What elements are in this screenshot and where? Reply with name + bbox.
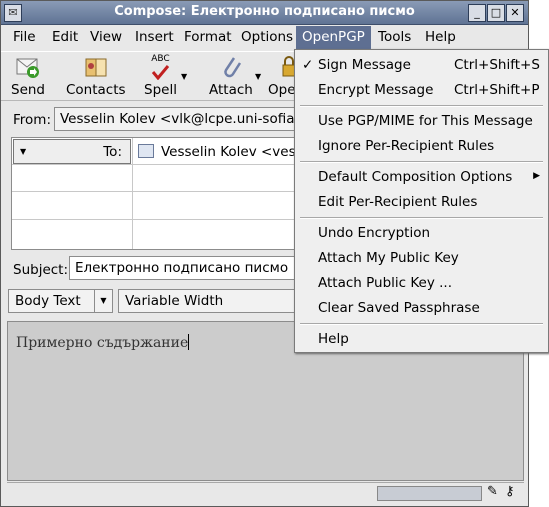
contact-card-icon — [138, 144, 154, 158]
subject-label: Subject: — [13, 262, 69, 278]
attach-dropdown-arrow[interactable]: ▼ — [255, 72, 261, 81]
menu-item-default-options[interactable]: Default Composition Options ▶ — [295, 165, 548, 189]
chevron-down-icon: ▼ — [94, 290, 112, 312]
recipient-row[interactable] — [12, 165, 300, 192]
menu-item-ignore-rules[interactable]: Ignore Per-Recipient Rules — [295, 134, 548, 158]
menu-insert[interactable]: Insert — [135, 29, 174, 45]
close-button[interactable]: ✕ — [506, 4, 524, 22]
recipient-type-select[interactable]: ▼ To: — [13, 139, 131, 164]
body-text: Примерно съдържание — [16, 335, 189, 351]
menu-item-attach-public-key[interactable]: Attach Public Key ... — [295, 271, 548, 295]
menu-edit[interactable]: Edit — [52, 29, 78, 45]
menu-format[interactable]: Format — [184, 29, 232, 45]
menu-item-help[interactable]: Help — [295, 327, 548, 351]
menu-separator — [300, 217, 543, 219]
spell-label: Spell — [144, 82, 177, 98]
text-caret — [188, 334, 190, 350]
font-value: Variable Width — [125, 293, 224, 309]
from-label: From: — [13, 112, 51, 128]
menu-item-label: Ignore Per-Recipient Rules — [318, 138, 495, 154]
paperclip-icon — [218, 54, 244, 80]
menu-tools[interactable]: Tools — [378, 29, 411, 45]
menu-item-label: Undo Encryption — [318, 225, 431, 241]
menu-bar: File Edit View Insert Format Options Ope… — [1, 26, 528, 50]
progress-bar — [377, 486, 482, 501]
menu-item-label: Attach My Public Key — [318, 250, 459, 266]
menu-item-label: Encrypt Message — [318, 82, 434, 98]
window-title: Compose: Електронно подписано писмо — [114, 4, 415, 19]
menu-item-label: Clear Saved Passphrase — [318, 300, 480, 316]
from-select[interactable]: Vesselin Kolev <vlk@lcpe.uni-sofia.bg> — [54, 107, 304, 131]
submenu-arrow-icon: ▶ — [533, 171, 540, 181]
spellcheck-icon: ABC — [147, 54, 173, 80]
paragraph-style-select[interactable]: Body Text ▼ — [8, 289, 113, 313]
openpgp-label: Ope — [268, 82, 296, 98]
attach-button[interactable]: Attach — [209, 54, 253, 98]
body-text-wrap: Примерно съдържание — [16, 334, 190, 351]
recipient-address[interactable]: Vesselin Kolev <vesso — [161, 144, 299, 160]
key-icon: ⚷ — [505, 484, 515, 499]
menu-item-label: Help — [318, 331, 349, 347]
pencil-icon: ✎ — [487, 484, 498, 499]
menu-item-use-pgp-mime[interactable]: Use PGP/MIME for This Message — [295, 109, 548, 133]
menu-item-edit-rules[interactable]: Edit Per-Recipient Rules — [295, 190, 548, 214]
menu-item-clear-passphrase[interactable]: Clear Saved Passphrase — [295, 296, 548, 320]
menu-separator — [300, 105, 543, 107]
recipient-row[interactable] — [12, 193, 300, 220]
menu-item-label: Sign Message — [318, 57, 411, 73]
menu-separator — [300, 161, 543, 163]
menu-item-label: Default Composition Options — [318, 169, 513, 185]
chevron-down-icon: ▼ — [20, 147, 27, 156]
menu-help[interactable]: Help — [425, 29, 456, 45]
send-icon — [15, 54, 41, 80]
menu-item-label: Use PGP/MIME for This Message — [318, 113, 533, 129]
menu-item-label: Edit Per-Recipient Rules — [318, 194, 478, 210]
menu-item-shortcut: Ctrl+Shift+S — [454, 57, 540, 73]
send-label: Send — [11, 82, 46, 98]
recipient-type-label: To: — [103, 144, 122, 160]
openpgp-button[interactable]: Ope — [268, 54, 296, 98]
spell-button[interactable]: ABC Spell — [144, 54, 177, 98]
openpgp-dropdown-menu: ✓ Sign Message Ctrl+Shift+S Encrypt Mess… — [294, 49, 549, 353]
attach-label: Attach — [209, 82, 253, 98]
status-bar: ✎ ⚷ — [7, 482, 524, 504]
menu-item-shortcut: Ctrl+Shift+P — [454, 82, 540, 98]
menu-item-encrypt-message[interactable]: Encrypt Message Ctrl+Shift+P — [295, 78, 548, 102]
spell-dropdown-arrow[interactable]: ▼ — [181, 72, 187, 81]
menu-options[interactable]: Options — [241, 29, 293, 45]
recipient-row[interactable] — [12, 221, 300, 248]
menu-item-sign-message[interactable]: ✓ Sign Message Ctrl+Shift+S — [295, 53, 548, 77]
menu-view[interactable]: View — [90, 29, 122, 45]
menu-file[interactable]: File — [13, 29, 36, 45]
minimize-button[interactable]: _ — [468, 4, 486, 22]
menu-item-undo-encryption[interactable]: Undo Encryption — [295, 221, 548, 245]
contacts-button[interactable]: Contacts — [66, 54, 126, 98]
menu-openpgp[interactable]: OpenPGP — [296, 26, 371, 50]
menu-item-label: Attach Public Key ... — [318, 275, 453, 291]
address-book-icon — [83, 54, 109, 80]
menu-item-attach-my-key[interactable]: Attach My Public Key — [295, 246, 548, 270]
lock-icon — [269, 54, 295, 80]
spell-abc-text: ABC — [151, 53, 170, 64]
recipient-divider — [132, 138, 133, 249]
title-bar[interactable]: ✉ Compose: Електронно подписано писмо _ … — [1, 1, 528, 25]
contacts-label: Contacts — [66, 82, 126, 98]
font-select[interactable]: Variable Width — [118, 289, 298, 313]
paragraph-style-value: Body Text — [15, 293, 81, 309]
maximize-button[interactable]: □ — [487, 4, 505, 22]
menu-separator — [300, 323, 543, 325]
checkmark-icon: ✓ — [302, 57, 314, 73]
send-button[interactable]: Send — [11, 54, 45, 98]
